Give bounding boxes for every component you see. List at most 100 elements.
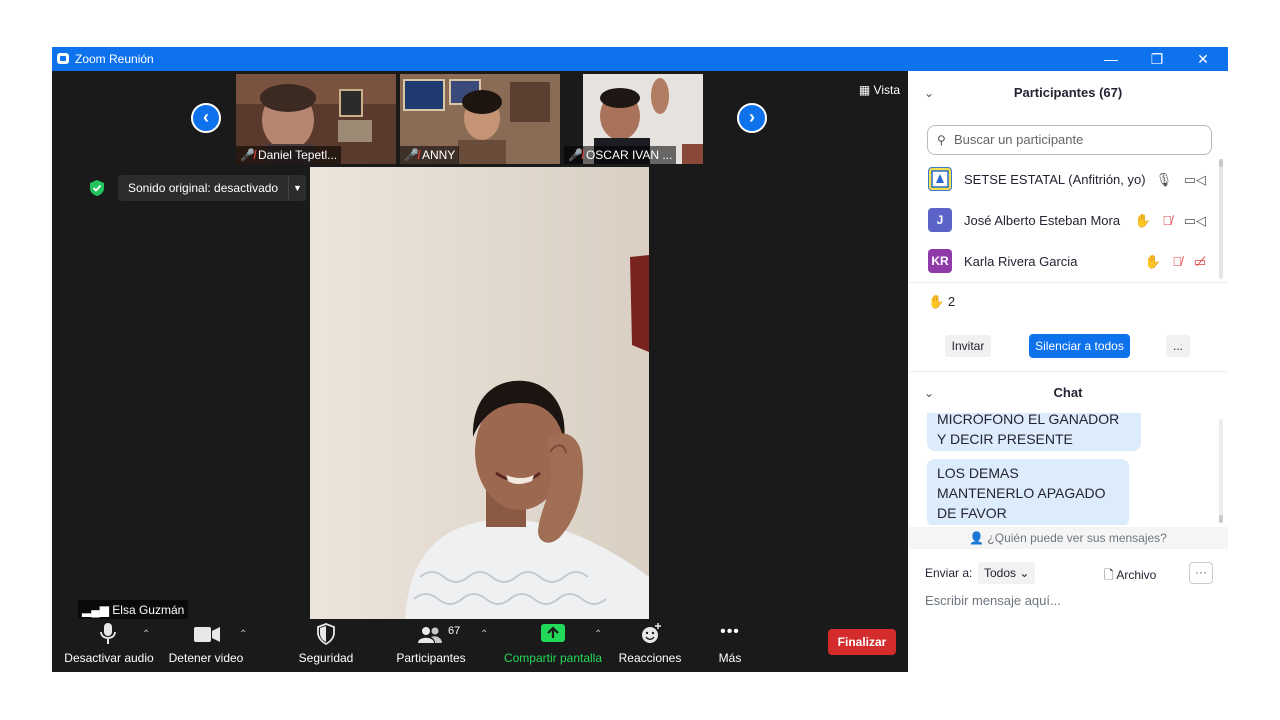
- video-camera-icon[interactable]: ▭◁: [1184, 172, 1206, 187]
- grid-icon: ▦: [858, 83, 874, 97]
- chat-message: MICRÓFONO EL GANADOR Y DECIR PRESENTE: [927, 413, 1141, 451]
- video-camera-icon[interactable]: ▭◁: [1184, 213, 1206, 228]
- video-camera-icon: [194, 627, 220, 642]
- raised-hand-icon: ✋: [1134, 213, 1151, 228]
- person-info-icon: 👤: [969, 531, 988, 545]
- zoom-window: Zoom Reunión — ❐ ✕ ‹ 🎤̸Daniel Tepetl...: [52, 47, 1228, 672]
- minimize-button[interactable]: —: [1088, 47, 1134, 71]
- participant-status-icons: 🎙 ▭◁: [1148, 159, 1206, 200]
- stop-video-button[interactable]: Detener video: [166, 619, 246, 672]
- participant-name: SETSE ESTATAL (Anfitrión, yo): [964, 172, 1146, 187]
- reactions-button[interactable]: Reacciones: [616, 619, 684, 672]
- participant-name: OSCAR IVAN ...: [585, 148, 673, 162]
- chevron-down-icon[interactable]: ⌄: [924, 71, 934, 115]
- chat-title: Chat: [1053, 385, 1083, 400]
- reactions-icon: [642, 623, 661, 643]
- participant-row[interactable]: SETSE ESTATAL (Anfitrión, yo) 🎙 ▭◁: [908, 159, 1218, 200]
- speaker-name: Elsa Guzmán: [112, 603, 185, 617]
- window-title: Zoom Reunión: [75, 52, 154, 66]
- video-stage: ‹ 🎤̸ Daniel Tepetl... 🎤̸ ANNY 🎤̸ OSCAR I…: [52, 71, 908, 672]
- chat-header: ⌄ Chat: [908, 373, 1228, 413]
- gallery-next-button[interactable]: ›: [737, 103, 767, 133]
- end-meeting-button[interactable]: Finalizar: [828, 629, 896, 655]
- chat-message-input[interactable]: Escribir mensaje aquí...: [925, 593, 1061, 608]
- participant-name: Karla Rivera Garcia: [964, 254, 1078, 269]
- more-dots-icon: •••: [720, 623, 740, 640]
- raised-hand-icon: ✋: [1144, 254, 1161, 269]
- participant-status-icons: ✋ 🎙̸ ▭◁: [1127, 200, 1206, 241]
- invite-button[interactable]: Invitar: [945, 335, 991, 357]
- participant-search-input[interactable]: ⚲ Buscar un participante: [927, 125, 1212, 155]
- search-icon: ⚲: [937, 133, 946, 147]
- participant-name-label: 🎤̸ OSCAR IVAN ...: [564, 146, 677, 164]
- original-sound-toggle[interactable]: Sonido original: desactivado ▼: [118, 175, 306, 201]
- mute-all-button[interactable]: Silenciar a todos: [1029, 334, 1130, 358]
- close-button[interactable]: ✕: [1180, 47, 1226, 71]
- original-sound-label: Sonido original: desactivado: [128, 181, 279, 195]
- mic-muted-icon: 🎤̸: [404, 148, 419, 162]
- restore-button[interactable]: ❐: [1134, 47, 1180, 71]
- file-icon: 🗋: [1104, 568, 1117, 582]
- avatar: [928, 167, 952, 191]
- who-can-see-link[interactable]: 👤 ¿Quién puede ver sus mensajes?: [908, 527, 1228, 549]
- participant-name: ANNY: [421, 148, 456, 162]
- mic-muted-icon[interactable]: 🎙̸: [1172, 254, 1182, 269]
- microphone-icon[interactable]: 🎙: [1156, 172, 1173, 187]
- chat-messages: MICRÓFONO EL GANADOR Y DECIR PRESENTE LO…: [908, 413, 1228, 525]
- avatar: J: [928, 208, 952, 232]
- video-off-icon[interactable]: ▭̸: [1194, 254, 1206, 269]
- side-panel: ⌄ Participantes (67) ⚲ Buscar un partici…: [908, 71, 1228, 672]
- participant-status-icons: ✋ 🎙̸ ▭̸: [1137, 241, 1206, 282]
- raised-hands-count: ✋ 2: [928, 294, 956, 309]
- file-button[interactable]: 🗋 Archivo: [1104, 566, 1156, 587]
- audio-options-caret[interactable]: ⌃: [142, 629, 150, 640]
- recipient-dropdown[interactable]: Todos ⌄: [978, 562, 1036, 584]
- participants-more-button[interactable]: ...: [1166, 335, 1190, 357]
- divider: [908, 371, 1228, 372]
- participant-row[interactable]: KR Karla Rivera Garcia ✋ 🎙̸ ▭̸: [908, 241, 1218, 282]
- participants-button[interactable]: 67 Participantes: [388, 619, 474, 672]
- avatar: KR: [928, 249, 952, 273]
- participant-thumbnail[interactable]: 🎤̸ ANNY: [400, 74, 560, 164]
- mic-muted-icon: 🎤̸: [568, 148, 583, 162]
- participants-count: 67: [448, 625, 461, 637]
- participants-options-caret[interactable]: ⌃: [480, 629, 488, 640]
- host-logo-icon: [931, 170, 949, 188]
- encryption-shield-icon[interactable]: [88, 179, 106, 197]
- mute-audio-button[interactable]: Desactivar audio: [58, 619, 160, 672]
- mic-muted-icon[interactable]: 🎙̸: [1162, 213, 1172, 228]
- zoom-app-icon: [57, 53, 69, 64]
- search-placeholder: Buscar un participante: [954, 132, 1084, 147]
- chevron-down-icon[interactable]: ▼: [288, 175, 306, 201]
- participant-thumbnail[interactable]: 🎤̸ Daniel Tepetl...: [236, 74, 396, 164]
- title-bar: Zoom Reunión — ❐ ✕: [52, 47, 1228, 71]
- more-button[interactable]: ••• Más: [704, 619, 756, 672]
- participant-name: Daniel Tepetl...: [257, 148, 338, 162]
- participant-name-label: 🎤̸ Daniel Tepetl...: [236, 146, 342, 164]
- share-options-caret[interactable]: ⌃: [594, 629, 602, 640]
- view-button[interactable]: ▦ Vista: [859, 83, 900, 97]
- participants-icon: [418, 627, 442, 643]
- share-screen-button[interactable]: Compartir pantalla: [500, 619, 606, 672]
- meeting-toolbar: Desactivar audio ⌃ Detener video ⌃ Segur…: [52, 619, 908, 672]
- participants-title: Participantes (67): [1013, 85, 1123, 100]
- chat-scrollbar[interactable]: [1219, 419, 1223, 519]
- send-to-label: Enviar a:: [925, 566, 973, 580]
- video-options-caret[interactable]: ⌃: [239, 629, 247, 640]
- participants-scrollbar[interactable]: [1219, 159, 1223, 279]
- participant-name-label: 🎤̸ ANNY: [400, 146, 460, 164]
- speaker-name-label: ▂▄▆ Elsa Guzmán: [78, 600, 189, 620]
- participant-row[interactable]: J José Alberto Esteban Mora ✋ 🎙̸ ▭◁: [908, 200, 1218, 241]
- chevron-down-icon: ⌄: [1019, 566, 1030, 580]
- gallery-prev-button[interactable]: ‹: [191, 103, 221, 133]
- chat-more-button[interactable]: ···: [1189, 562, 1213, 584]
- shield-icon: [317, 623, 335, 645]
- active-speaker-video: [310, 167, 649, 619]
- chat-scrollbar-thumb[interactable]: [1219, 515, 1223, 523]
- raised-hand-icon: ✋: [928, 294, 945, 309]
- security-button[interactable]: Seguridad: [292, 619, 360, 672]
- chevron-down-icon[interactable]: ⌄: [924, 373, 934, 413]
- participant-thumbnail[interactable]: 🎤̸ OSCAR IVAN ...: [564, 74, 724, 164]
- participant-name: José Alberto Esteban Mora: [964, 213, 1121, 228]
- participants-scrollbar-thumb[interactable]: [1219, 159, 1223, 167]
